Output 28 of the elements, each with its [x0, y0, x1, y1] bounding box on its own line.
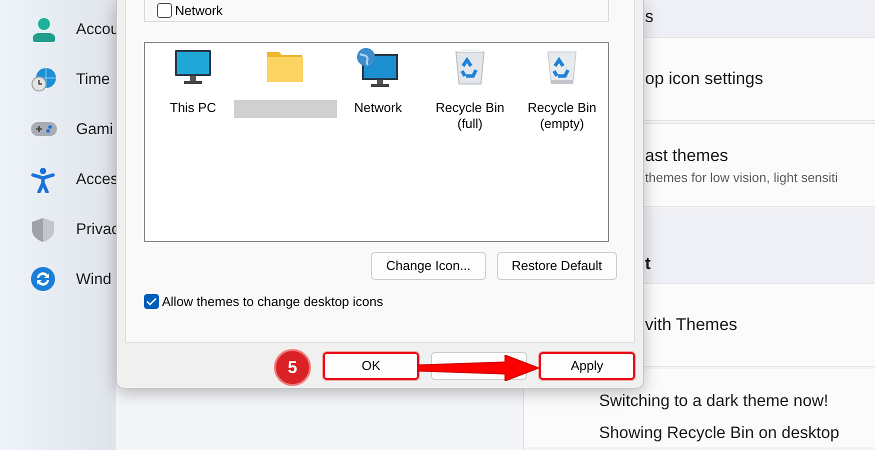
section-heading: t [645, 254, 651, 273]
dialog-button[interactable]: OK [323, 352, 419, 380]
person-icon [31, 17, 57, 43]
related-link[interactable]: Switching to a dark theme now! [599, 392, 828, 410]
section-heading: s [645, 7, 654, 26]
card-title: op icon settings [645, 68, 764, 90]
card-title: vith Themes [645, 314, 738, 336]
icon-label: This PC [170, 100, 216, 116]
checkbox-label: Allow themes to change desktop icons [162, 293, 384, 311]
sidebar-item[interactable]: Time [76, 68, 110, 92]
card-subtitle: themes for low vision, light sensiti [645, 169, 839, 187]
sync-icon [31, 267, 57, 293]
globe-clock-icon [31, 67, 57, 93]
card-title: ast themes [645, 144, 730, 166]
sidebar-item[interactable]: Gami [76, 118, 114, 142]
checkbox-label: Network [175, 2, 223, 20]
dialog-button[interactable]: Restore Default [496, 252, 617, 280]
checkbox[interactable] [157, 2, 172, 18]
network-monitor-icon [356, 48, 400, 88]
dialog-button[interactable]: Change Icon... [371, 252, 486, 280]
accessibility-icon [31, 167, 57, 193]
checkbox[interactable] [144, 294, 159, 310]
related-link[interactable]: Showing Recycle Bin on desktop [599, 424, 840, 442]
dialog-button[interactable]: Apply [539, 352, 635, 380]
icon-label: Network [354, 100, 402, 116]
shield-icon [31, 217, 57, 243]
sidebar-item[interactable]: Wind [76, 268, 112, 292]
icon-label: Recycle Bin (full) [434, 100, 506, 132]
